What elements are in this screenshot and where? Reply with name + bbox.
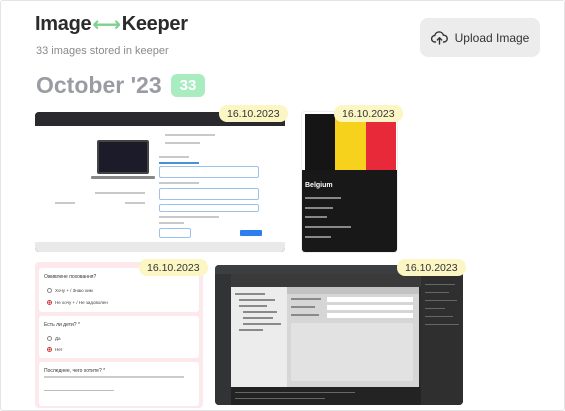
ide-settings-panel — [287, 287, 419, 387]
option-label: Хочу + / Знаю хим — [55, 288, 93, 293]
panel-line — [291, 306, 315, 308]
image-card[interactable] — [215, 265, 463, 405]
thumb-field — [159, 204, 259, 212]
panel-area — [291, 323, 413, 381]
tree-line — [235, 293, 265, 295]
info-line — [305, 226, 351, 228]
thumb-line — [55, 202, 75, 204]
thumb-line — [165, 142, 200, 144]
right-line — [425, 300, 457, 301]
upload-image-button[interactable]: Upload Image — [420, 18, 540, 57]
tree-line — [239, 329, 263, 331]
right-line — [425, 308, 445, 309]
bottom-line — [235, 398, 325, 399]
month-count-badge: 33 — [171, 74, 205, 97]
radio-option — [47, 288, 52, 293]
question-text: Есть ли дети? * — [44, 322, 80, 328]
date-tag: 16.10.2023 — [397, 259, 466, 276]
answer-underline — [44, 390, 114, 391]
thumb-field — [159, 228, 191, 238]
thumbnail-taskbar — [35, 242, 285, 252]
ide-right-panel — [421, 274, 463, 405]
thumb-link — [159, 162, 199, 164]
radio-option-selected — [47, 300, 52, 305]
info-line — [305, 216, 327, 218]
tree-line — [239, 305, 267, 307]
option-label: Не хочу + / Не задоволен — [55, 300, 108, 305]
panel-field — [327, 297, 413, 302]
date-tag: 16.10.2023 — [219, 105, 288, 122]
thumb-line — [159, 222, 184, 224]
thumb-button — [240, 230, 262, 236]
flag-image — [305, 114, 396, 170]
thumb-line — [159, 156, 189, 158]
question-text: Оживлене поховання? — [44, 274, 97, 280]
thumb-field — [159, 188, 259, 200]
laptop-image — [97, 140, 149, 174]
option-label: Нет — [55, 347, 63, 352]
form-question: Последнее, чего хотите? * — [39, 362, 199, 406]
country-name: Belgium — [305, 182, 333, 189]
radio-option — [47, 336, 52, 341]
flag-stripe-black — [305, 114, 336, 170]
app-logo[interactable]: Image ⟷ Keeper — [35, 12, 188, 37]
date-tag: 16.10.2023 — [334, 105, 403, 122]
date-tag: 16.10.2023 — [139, 259, 208, 276]
month-group-title: October '23 — [36, 72, 162, 98]
info-line — [305, 236, 331, 238]
question-text: Последнее, чего хотите? * — [44, 368, 106, 374]
ide-file-tree — [231, 287, 287, 387]
logo-text-image: Image — [35, 13, 92, 35]
ide-toolbar — [231, 274, 421, 287]
thumb-field — [159, 166, 259, 178]
thumb-line — [125, 202, 145, 204]
right-line — [425, 292, 449, 293]
radio-option-selected — [47, 347, 52, 352]
image-card[interactable]: Belgium — [301, 111, 398, 253]
bottom-line — [235, 392, 355, 393]
right-line — [425, 316, 453, 317]
tree-line — [243, 323, 281, 325]
option-label: Да — [55, 336, 61, 341]
upload-button-label: Upload Image — [454, 30, 530, 45]
tree-line — [239, 299, 275, 301]
right-line — [425, 324, 459, 325]
panel-header — [287, 287, 419, 294]
thumb-line — [95, 192, 145, 194]
info-line — [305, 197, 341, 199]
thumb-line — [159, 216, 219, 218]
tree-line — [243, 317, 273, 319]
ide-sidebar — [215, 274, 231, 405]
logo-text-keeper: Keeper — [121, 13, 188, 35]
cloud-upload-icon — [430, 30, 448, 45]
image-card[interactable]: Оживлене поховання? Хочу + / Знаю хим Не… — [35, 262, 203, 408]
info-line — [305, 207, 333, 209]
panel-field — [327, 313, 413, 318]
thumb-line — [165, 134, 215, 136]
logo-arrow-icon: ⟷ — [92, 14, 121, 36]
thumb-line — [159, 182, 199, 184]
flag-stripe-yellow — [335, 114, 366, 170]
panel-field — [327, 305, 413, 310]
thumbnail-page — [35, 126, 285, 242]
country-info-panel: Belgium — [302, 170, 397, 252]
image-card[interactable] — [35, 112, 285, 252]
ide-bottom-panel — [231, 387, 421, 405]
question-hint-line — [44, 376, 184, 378]
flag-stripe-red — [365, 114, 396, 170]
right-line — [425, 284, 455, 285]
panel-line — [291, 314, 319, 316]
tree-line — [243, 311, 277, 313]
panel-line — [291, 298, 321, 300]
images-count-text: 33 images stored in keeper — [36, 45, 169, 57]
laptop-base — [91, 176, 155, 179]
form-question: Есть ли дети? * Да Нет — [39, 316, 199, 358]
